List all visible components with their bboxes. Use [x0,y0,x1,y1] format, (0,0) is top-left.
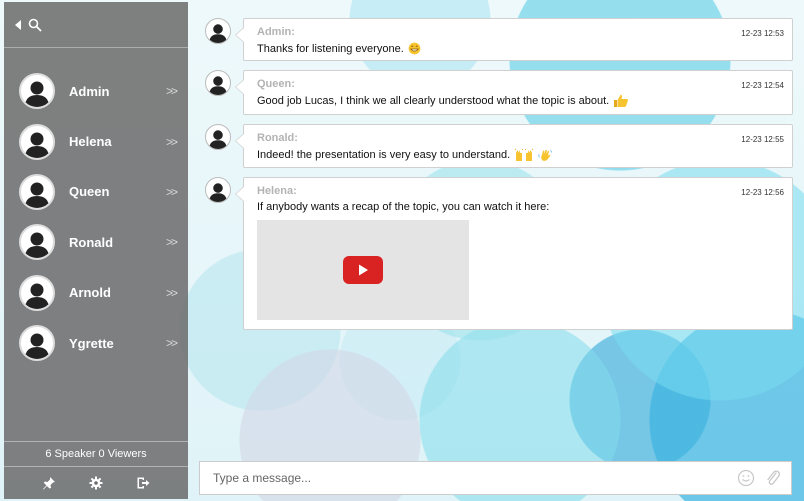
logout-icon[interactable] [136,476,150,490]
message-sender: Helena: [257,185,297,197]
message-text: Indeed! the presentation is very easy to… [257,149,511,161]
grin-emoji-icon [408,42,421,55]
message-text-row: Good job Lucas, I think we all clearly u… [257,94,779,108]
chat-message: Helena: 12-23 12:56 If anybody wants a r… [205,177,793,330]
message-bubble: Helena: 12-23 12:56 If anybody wants a r… [235,177,793,330]
user-sidebar: Admin >> Helena >> Queen >> Ronald >> Ar… [4,2,188,499]
message-bubble: Queen: 12-23 12:54 Good job Lucas, I thi… [235,70,793,115]
avatar [205,18,231,44]
back-arrow-icon[interactable] [14,19,22,31]
message-text-row: Indeed! the presentation is very easy to… [257,148,779,162]
avatar [19,274,55,311]
sidebar-toolbar [4,467,188,499]
avatar [19,73,55,110]
avatar [205,124,231,150]
sidebar-user-queen[interactable]: Queen >> [4,167,188,217]
play-icon[interactable] [343,256,383,284]
gear-icon[interactable] [89,476,103,490]
raised-hands-emoji-icon [514,148,534,162]
message-sender: Queen: [257,78,295,90]
avatar [19,173,55,210]
search-icon[interactable] [28,18,42,32]
chevron-right-icon: >> [165,285,178,300]
sidebar-user-ygrette[interactable]: Ygrette >> [4,318,188,368]
sidebar-user-helena[interactable]: Helena >> [4,116,188,166]
user-name: Helena [69,134,112,150]
chevron-right-icon: >> [165,184,178,199]
paperclip-icon[interactable] [765,469,781,487]
message-time: 12-23 12:53 [741,29,784,38]
message-text: Good job Lucas, I think we all clearly u… [257,95,610,107]
chevron-right-icon: >> [165,336,178,351]
avatar [19,224,55,261]
user-name: Queen [69,184,110,200]
user-name: Arnold [69,285,111,301]
chevron-right-icon: >> [165,84,178,99]
avatar [19,123,55,160]
message-input[interactable] [213,471,727,485]
avatar [205,70,231,96]
message-sender: Admin: [257,26,295,38]
emoji-picker-icon[interactable] [737,469,755,487]
message-text-row: Thanks for listening everyone. [257,42,779,55]
sidebar-user-arnold[interactable]: Arnold >> [4,268,188,318]
message-text-row: If anybody wants a recap of the topic, y… [257,201,779,213]
message-text: Thanks for listening everyone. [257,42,404,55]
chevron-right-icon: >> [165,134,178,149]
user-name: Ygrette [69,335,114,351]
user-list: Admin >> Helena >> Queen >> Ronald >> Ar… [4,48,188,368]
user-name: Admin [69,83,110,99]
sidebar-user-ronald[interactable]: Ronald >> [4,217,188,267]
chevron-right-icon: >> [165,235,178,250]
message-text: If anybody wants a recap of the topic, y… [257,201,550,213]
avatar [19,325,55,362]
message-time: 12-23 12:55 [741,135,784,144]
sidebar-user-admin[interactable]: Admin >> [4,66,188,116]
participant-count: 6 Speaker 0 Viewers [4,441,188,467]
avatar [205,177,231,203]
waving-hand-emoji-icon [538,148,553,162]
user-name: Ronald [69,234,114,250]
message-composer [199,461,792,495]
video-thumbnail[interactable] [257,220,469,320]
chat-message: Admin: 12-23 12:53 Thanks for listening … [205,18,793,61]
message-sender: Ronald: [257,132,298,144]
chat-message: Queen: 12-23 12:54 Good job Lucas, I thi… [205,70,793,115]
sidebar-header [4,2,188,48]
thumbs-up-emoji-icon [613,94,629,108]
message-bubble: Ronald: 12-23 12:55 Indeed! the presenta… [235,124,793,168]
message-time: 12-23 12:54 [741,81,784,90]
message-time: 12-23 12:56 [741,188,784,197]
pin-icon[interactable] [42,476,56,490]
message-bubble: Admin: 12-23 12:53 Thanks for listening … [235,18,793,61]
chat-message: Ronald: 12-23 12:55 Indeed! the presenta… [205,124,793,168]
